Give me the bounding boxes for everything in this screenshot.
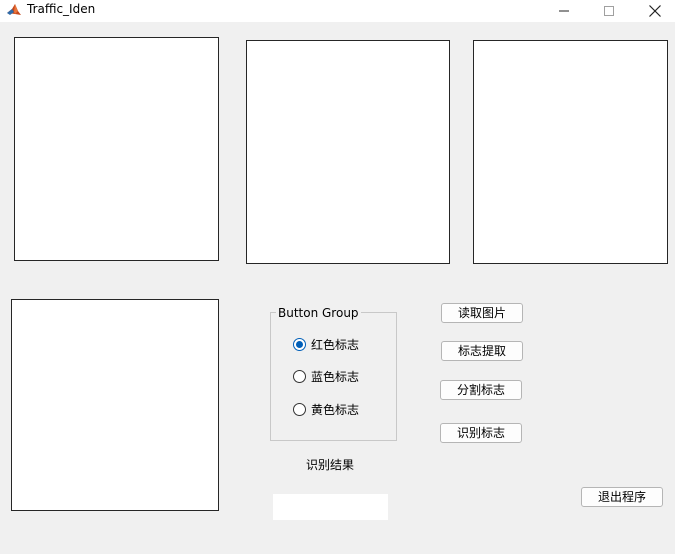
matlab-icon bbox=[7, 4, 21, 15]
app-window: Traffic_Iden Button Group 红色标志 蓝色标志 黄色标志… bbox=[0, 0, 675, 554]
window-title: Traffic_Iden bbox=[27, 2, 96, 16]
maximize-icon bbox=[604, 6, 614, 16]
segment-sign-button[interactable]: 分割标志 bbox=[440, 380, 522, 400]
close-button[interactable] bbox=[640, 0, 670, 22]
recognize-sign-button[interactable]: 识别标志 bbox=[440, 423, 522, 443]
button-group-panel: Button Group 红色标志 蓝色标志 黄色标志 bbox=[270, 306, 397, 441]
result-label: 识别结果 bbox=[306, 458, 355, 472]
radio-label: 黄色标志 bbox=[311, 402, 360, 417]
maximize-button[interactable] bbox=[594, 0, 624, 22]
radio-indicator[interactable] bbox=[293, 337, 306, 351]
radio-yellow-sign[interactable]: 黄色标志 bbox=[293, 401, 359, 417]
extract-sign-button[interactable]: 标志提取 bbox=[441, 341, 523, 361]
axes-2 bbox=[246, 40, 450, 264]
radio-indicator[interactable] bbox=[293, 402, 306, 416]
read-image-button[interactable]: 读取图片 bbox=[441, 303, 523, 323]
title-bar[interactable]: Traffic_Iden bbox=[0, 0, 675, 22]
radio-label: 蓝色标志 bbox=[311, 369, 360, 384]
axes-3 bbox=[473, 40, 668, 264]
radio-label: 红色标志 bbox=[311, 337, 360, 352]
radio-blue-sign[interactable]: 蓝色标志 bbox=[293, 368, 359, 384]
axes-4 bbox=[11, 299, 219, 511]
radio-red-sign[interactable]: 红色标志 bbox=[293, 336, 359, 352]
radio-indicator[interactable] bbox=[293, 369, 306, 383]
result-display bbox=[273, 494, 388, 520]
axes-1 bbox=[14, 37, 219, 261]
minimize-icon bbox=[559, 10, 569, 12]
close-icon bbox=[649, 5, 661, 17]
button-group-title: Button Group bbox=[276, 306, 361, 320]
minimize-button[interactable] bbox=[549, 0, 579, 22]
exit-button[interactable]: 退出程序 bbox=[581, 487, 663, 507]
